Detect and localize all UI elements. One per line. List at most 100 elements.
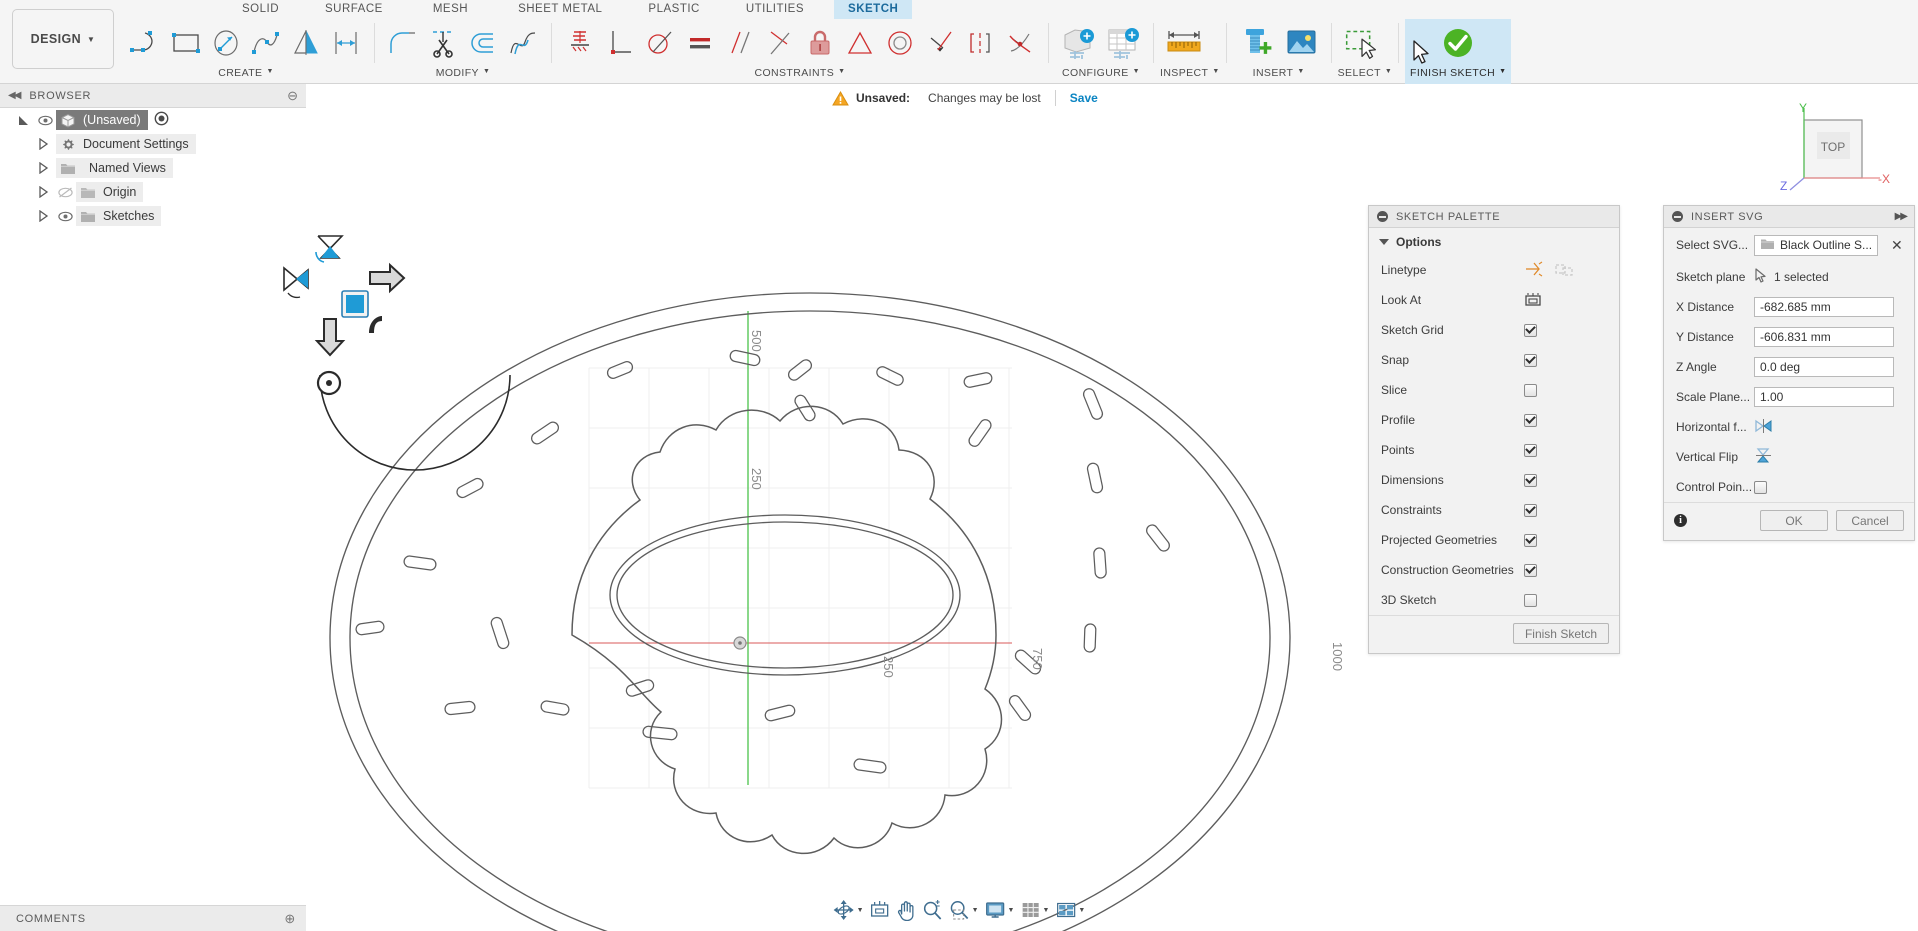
tree-row-document-settings[interactable]: Document Settings [0,132,306,156]
option-slice[interactable]: Slice [1369,375,1619,405]
expand-triangle-icon[interactable] [32,162,54,174]
visibility-eye-off-icon[interactable] [54,187,76,198]
create-mirror-tool[interactable] [286,20,326,66]
root-node-pill[interactable]: (Unsaved) [56,110,148,130]
select-svg-value[interactable]: Black Outline S... [1754,234,1878,256]
insert-svg-header[interactable]: INSERT SVG ▶▶ [1664,206,1914,228]
select-tool[interactable] [1340,20,1384,66]
look-at-icon[interactable] [1524,291,1542,310]
field-z-angle[interactable]: Z Angle 0.0 deg [1664,352,1914,382]
chevron-down-icon[interactable]: ▼ [857,907,864,914]
chevron-down-icon[interactable]: ▼ [972,907,979,914]
constraints-checkbox[interactable] [1524,503,1537,517]
close-icon[interactable]: ✕ [1891,237,1903,254]
collapse-left-icon[interactable]: ◀◀ [8,90,21,101]
construction-geometries-checkbox[interactable] [1524,563,1537,577]
tab-utilities[interactable]: UTILITIES [732,0,818,19]
field-vertical-flip[interactable]: Vertical Flip [1664,442,1914,472]
create-line-tool[interactable] [126,20,166,66]
option-linetype[interactable]: Linetype [1369,255,1619,285]
option-sketch-grid[interactable]: Sketch Grid [1369,315,1619,345]
tab-solid[interactable]: SOLID [228,0,293,19]
control-points-checkbox[interactable] [1754,480,1767,494]
option-look-at[interactable]: Look At [1369,285,1619,315]
expand-triangle-icon[interactable] [32,138,54,150]
points-checkbox[interactable] [1524,443,1537,457]
tab-sheet-metal[interactable]: SHEET METAL [504,0,616,19]
x-distance-input[interactable]: -682.685 mm [1754,297,1894,317]
modify-offset-tool[interactable] [463,20,503,66]
toolgroup-create-label[interactable]: CREATE ▼ [124,67,368,84]
expand-right-icon[interactable]: ▶▶ [1895,211,1908,222]
option-projected-geometries[interactable]: Projected Geometries [1369,525,1619,555]
3d-sketch-checkbox[interactable] [1524,593,1537,607]
linetype-normal-icon[interactable] [1524,261,1544,280]
options-section-header[interactable]: Options [1369,228,1619,255]
expand-icon[interactable]: ⊕ [284,911,296,927]
configure-model-tool[interactable] [1057,20,1101,66]
toolgroup-configure-label[interactable]: CONFIGURE ▼ [1055,67,1147,84]
field-sketch-plane[interactable]: Sketch plane 1 selected [1664,262,1914,292]
constraint-midpoint-tool[interactable] [960,20,1000,66]
constraint-parallel-tool[interactable] [720,20,760,66]
vertical-flip-icon[interactable] [1754,447,1773,467]
origin-node[interactable]: Origin [76,182,144,202]
field-select-svg[interactable]: Select SVG... Black Outline S... ✕ [1664,228,1914,262]
create-circle-tool[interactable] [206,20,246,66]
cancel-button[interactable]: Cancel [1836,510,1904,531]
horizontal-flip-icon[interactable] [1754,418,1773,437]
y-distance-input[interactable]: -606.831 mm [1754,327,1894,347]
constraint-perpendicular-tool[interactable] [600,20,640,66]
visibility-eye-icon[interactable] [54,211,76,222]
create-spline-tool[interactable] [246,20,286,66]
chevron-down-icon[interactable]: ▼ [1008,907,1015,914]
option-points[interactable]: Points [1369,435,1619,465]
info-icon[interactable]: i [1674,514,1687,527]
tab-plastic[interactable]: PLASTIC [634,0,713,19]
constraint-concentric-tool[interactable] [880,20,920,66]
sketch-canvas[interactable]: 500 250 250 750 1000 [0,40,1918,931]
display-settings-tool[interactable]: ▼ [983,900,1017,920]
field-x-distance[interactable]: X Distance -682.685 mm [1664,292,1914,322]
finish-sketch-button[interactable] [1436,20,1480,66]
tree-row-root[interactable]: (Unsaved) [0,108,306,132]
collapse-dot-icon[interactable] [1672,211,1683,222]
minimize-icon[interactable]: ⊖ [287,88,298,104]
zoom-tool[interactable] [920,899,945,921]
toolgroup-insert-label[interactable]: INSERT ▼ [1233,67,1325,84]
field-control-points[interactable]: Control Poin... [1664,472,1914,502]
comments-bar[interactable]: COMMENTS ⊕ [0,905,306,931]
option-constraints[interactable]: Constraints [1369,495,1619,525]
collapse-dot-icon[interactable] [1377,211,1388,222]
create-rectangle-tool[interactable] [166,20,206,66]
tree-row-named-views[interactable]: Named Views [0,156,306,180]
dimensions-checkbox[interactable] [1524,473,1537,487]
design-workspace-button[interactable]: DESIGN ▼ [12,9,114,69]
expand-triangle-icon[interactable] [32,186,54,198]
option-profile[interactable]: Profile [1369,405,1619,435]
constraint-equal-tool[interactable] [680,20,720,66]
tab-mesh[interactable]: MESH [419,0,482,19]
toolgroup-select-label[interactable]: SELECT ▼ [1338,67,1393,84]
slice-checkbox[interactable] [1524,383,1537,397]
view-cube[interactable]: TOP Y -X Z [1776,98,1894,194]
field-y-distance[interactable]: Y Distance -606.831 mm [1664,322,1914,352]
create-dimension-tool[interactable] [326,20,366,66]
snap-checkbox[interactable] [1524,353,1537,367]
profile-checkbox[interactable] [1524,413,1537,427]
grid-snaps-tool[interactable]: ▼ [1018,900,1051,920]
inspect-measure-tool[interactable] [1162,20,1206,66]
visibility-eye-icon[interactable] [34,115,56,126]
zoom-window-tool[interactable]: ▼ [947,900,981,921]
orbit-tool[interactable]: ▼ [831,899,866,921]
constraint-lock-tool[interactable] [800,20,840,66]
tree-row-origin[interactable]: Origin [0,180,306,204]
toolgroup-inspect-label[interactable]: INSPECT ▼ [1160,67,1220,84]
option-construction-geometries[interactable]: Construction Geometries [1369,555,1619,585]
toolgroup-constraints-label[interactable]: CONSTRAINTS ▼ [558,67,1042,84]
projected-geometries-checkbox[interactable] [1524,533,1537,547]
constraint-angle-tool[interactable] [760,20,800,66]
sketch-grid-checkbox[interactable] [1524,323,1537,337]
option-3d-sketch[interactable]: 3D Sketch [1369,585,1619,615]
configure-table-tool[interactable] [1101,20,1145,66]
